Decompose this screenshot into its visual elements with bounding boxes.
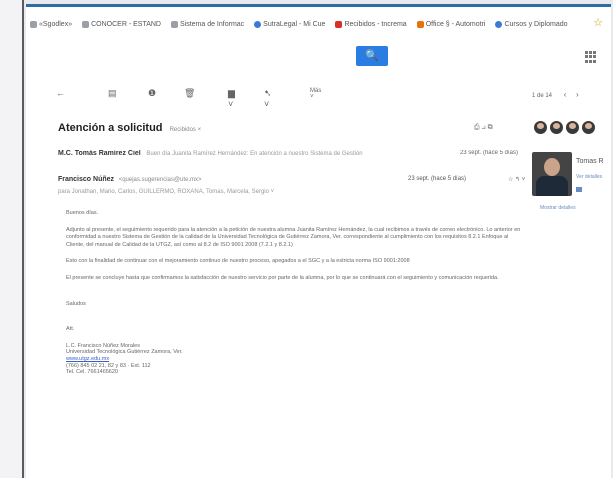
window-top-border [26,4,611,7]
bookmark-item[interactable]: «Sgodlex» [30,20,72,28]
body-paragraph: El presente se concluye hasta que confir… [66,274,499,281]
inbox-label-chip[interactable]: Recibidos × [170,127,202,133]
signature-org: Universidad Tecnológica Gutiérrez Zamora… [66,349,183,356]
next-page-icon[interactable]: › [576,90,579,99]
body-paragraph: Adjunto al presente, el seguimiento requ… [66,226,521,248]
message-body: Buenos días. Adjunto al presente, el seg… [66,210,526,376]
trash-icon[interactable]: 🗑 [184,88,195,99]
label-icon[interactable]: ➷ ˅ [264,88,272,109]
subject-title: Atención a solicitud [58,122,163,134]
avatar[interactable] [566,121,579,134]
apps-grid-icon[interactable] [585,51,597,63]
pagination: 1 de 14 ‹ › [532,90,579,99]
closing: Saludos [66,300,86,307]
signature-cell: Tel. Cel. 7661465620 [66,369,118,376]
avatar[interactable] [582,121,595,134]
pagination-count: 1 de 14 [532,93,553,99]
prev-page-icon[interactable]: ‹ [564,90,567,99]
signature: L.C. Francisco Núñez Morales Universidad… [66,343,526,376]
gmail-icon [335,20,343,28]
sender-name: M.C. Tomás Ramírez Ciel [58,150,141,157]
document-icon [82,20,90,28]
greeting: Buenos días. [66,210,99,216]
globe-icon [254,20,262,28]
bookmark-item[interactable]: Office § - Automotri [416,20,485,28]
back-arrow-icon[interactable]: ← [56,88,65,98]
email-subject: Atención a solicitud Recibidos × [58,122,201,134]
bookmark-item[interactable]: Cursos y Diplomado [495,20,568,28]
search-icon: 🔍 [365,50,379,62]
print-newwindow-icons[interactable]: ⎙ ⊿ ⧉ [474,124,493,132]
message-snippet: Buen día Juanita Ramírez Hernández: En a… [146,151,363,157]
edu-icon [495,20,503,28]
signature-website-link[interactable]: www.utgz.edu.mx [66,356,526,363]
page-icon [30,20,37,28]
attentive-label: Att. [66,326,75,333]
participants-avatars [534,121,595,134]
recipients-line[interactable]: para Jonathan, Mario, Carlos, GUILLERMO,… [58,189,528,195]
avatar[interactable] [534,121,547,134]
signature-name: L.C. Francisco Núñez Morales [66,342,140,349]
message-date: 23 sept. (hace 5 días) [459,150,518,156]
sender-name: Francisco Núñez [58,176,115,183]
bookmark-item[interactable]: CONOCER - ESTAND [82,20,161,28]
collapsed-message[interactable]: M.C. Tomás Ramírez Ciel Buen día Juanita… [58,150,518,157]
page-icon [170,20,178,28]
reply-actions[interactable]: ☆ ↰ ˅ [508,176,525,183]
search-button[interactable]: 🔍 [356,46,388,66]
avatar[interactable] [550,121,563,134]
archive-icon[interactable]: ▤ [108,88,117,99]
move-to-folder-icon[interactable]: ▆ ˅ [228,88,235,109]
gmail-window: «Sgodlex» CONOCER - ESTAND Sistema de In… [26,4,611,478]
show-details-link[interactable]: Mostrar detalles [540,205,576,211]
message-date: 23 sept. (hace 5 días) [408,176,467,182]
body-paragraph: Esto con la finalidad de continuar con e… [66,258,410,265]
office-icon [416,20,424,28]
bookmark-item[interactable]: Sistema de Informac [170,20,244,28]
left-margin-strip [0,0,24,478]
bookmark-item[interactable]: Recibidos - tncrema [335,20,407,28]
contact-photo [532,152,572,196]
expanded-message-header: Francisco Núñez <quejas.sugerencias@ute.… [58,176,528,195]
screenshot-frame: «Sgodlex» CONOCER - ESTAND Sistema de In… [0,0,613,478]
bookmark-star-icon[interactable]: ☆ [593,16,603,29]
report-spam-icon[interactable]: ❶ [148,88,156,99]
signature-phone: (766) 845 02 21, 82 y 83 · Ext. 112 [66,362,151,369]
contact-details-link[interactable]: Ver detalles [576,174,602,180]
bookmarks-bar: «Sgodlex» CONOCER - ESTAND Sistema de In… [30,14,568,34]
contact-card-icon[interactable] [576,187,582,192]
contact-name: Tomas R [576,158,604,165]
more-menu-button[interactable]: Más ˅ [310,88,321,100]
sender-address: <quejas.sugerencias@ute.mx> [118,177,202,183]
bookmark-item[interactable]: SutraLegal - Mi Cue [254,20,325,28]
